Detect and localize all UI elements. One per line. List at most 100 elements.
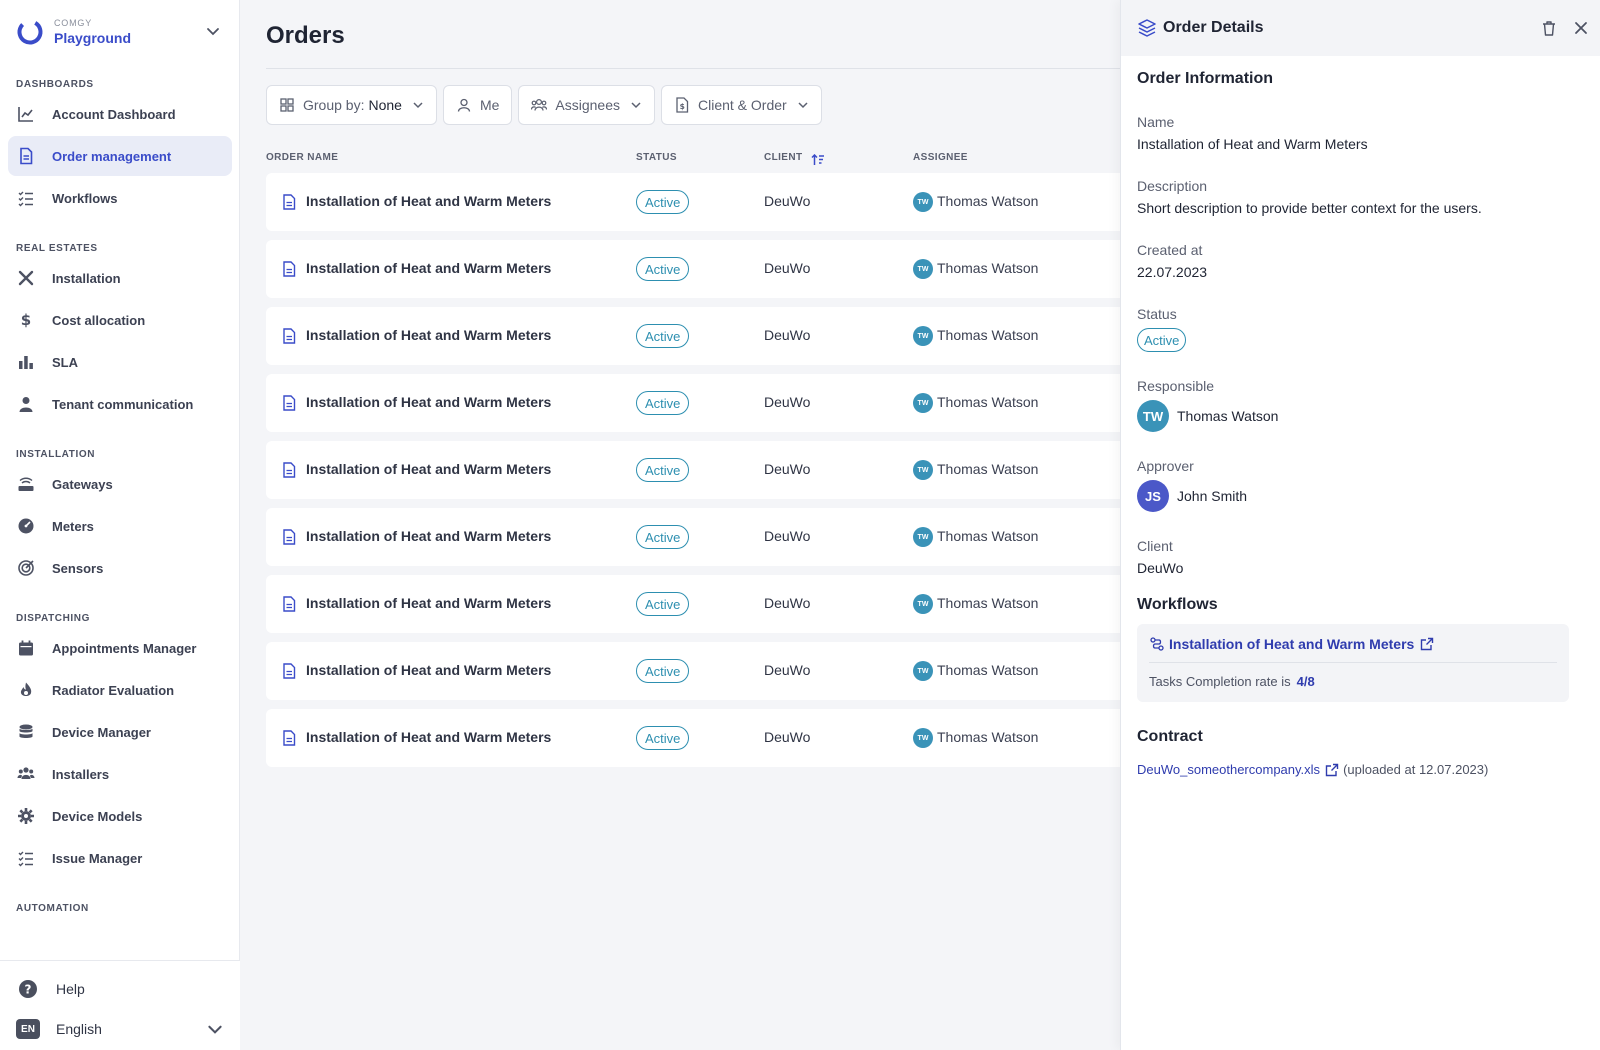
sidebar-item-label: Account Dashboard (52, 106, 176, 122)
group-by-label: Group by: (303, 97, 365, 113)
language-badge-wrap: EN (16, 1017, 40, 1041)
status-badge: Active (636, 458, 690, 482)
order-name[interactable]: Installation of Heat and Warm Meters (306, 528, 551, 544)
table-row[interactable]: Installation of Heat and Warm Meters Acti… (266, 173, 1126, 231)
table-row[interactable]: Installation of Heat and Warm Meters Acti… (266, 575, 1126, 633)
table-row[interactable]: Installation of Heat and Warm Meters Acti… (266, 441, 1126, 499)
field-name: Name Installation of Heat and Warm Meter… (1137, 114, 1577, 152)
workflow-icon (1149, 636, 1165, 652)
svg-text:$: $ (680, 102, 685, 111)
order-name[interactable]: Installation of Heat and Warm Meters (306, 662, 551, 678)
sidebar-item-radiator-evaluation[interactable]: Radiator Evaluation (8, 670, 232, 710)
me-filter-button[interactable]: Me (442, 85, 513, 125)
language-code-badge: EN (16, 1019, 40, 1039)
document-icon (282, 529, 296, 545)
chart-line-icon (17, 105, 35, 123)
client-name: DeuWo (764, 193, 811, 209)
sidebar-item-label: Gateways (52, 476, 113, 492)
trash-icon[interactable] (1539, 18, 1559, 38)
sidebar-item-issue-manager[interactable]: Issue Manager (8, 838, 232, 878)
sidebar-item-workflows[interactable]: Workflows (8, 178, 232, 218)
sidebar-footer: ? Help EN English (0, 960, 240, 1050)
sidebar-item-cost-allocation[interactable]: $ Cost allocation (8, 300, 232, 340)
table-row[interactable]: Installation of Heat and Warm Meters Acti… (266, 240, 1126, 298)
sidebar-item-sla[interactable]: SLA (8, 342, 232, 382)
avatar: TW (913, 393, 933, 413)
table-row[interactable]: Installation of Heat and Warm Meters Acti… (266, 508, 1126, 566)
layers-icon (1137, 18, 1157, 38)
close-icon[interactable] (1571, 18, 1591, 38)
workflow-link[interactable]: Installation of Heat and Warm Meters (1149, 636, 1434, 652)
external-link-icon (1420, 637, 1434, 651)
sensor-icon (17, 559, 35, 577)
chevron-down-icon (630, 99, 642, 111)
order-name[interactable]: Installation of Heat and Warm Meters (306, 327, 551, 343)
column-header-order-name[interactable]: ORDER NAME (266, 152, 338, 163)
sidebar-item-label: Workflows (52, 190, 118, 206)
status-badge: Active (636, 190, 690, 214)
contract-heading: Contract (1137, 728, 1203, 745)
status-badge: Active (636, 257, 690, 281)
table-row[interactable]: Installation of Heat and Warm Meters Acti… (266, 642, 1126, 700)
document-icon (282, 462, 296, 478)
contract-file-link[interactable]: DeuWo_someothercompany.xls (1137, 762, 1320, 777)
completion-value: 4/8 (1296, 674, 1315, 689)
order-name[interactable]: Installation of Heat and Warm Meters (306, 260, 551, 276)
sidebar-item-gateways[interactable]: Gateways (8, 464, 232, 504)
order-name[interactable]: Installation of Heat and Warm Meters (306, 394, 551, 410)
grid-icon (279, 97, 295, 113)
sidebar-item-device-manager[interactable]: Device Manager (8, 712, 232, 752)
sidebar-item-installers[interactable]: Installers (8, 754, 232, 794)
chevron-down-icon (412, 99, 424, 111)
sort-ascending-icon[interactable] (810, 153, 825, 169)
group-by-value: None (368, 97, 402, 113)
assignee-name: Thomas Watson (937, 193, 1039, 209)
order-name[interactable]: Installation of Heat and Warm Meters (306, 729, 551, 745)
status-badge: Active (636, 659, 690, 683)
group-by-dropdown[interactable]: Group by: None (266, 85, 437, 125)
client-name: DeuWo (764, 461, 811, 477)
external-link-icon[interactable] (1325, 763, 1339, 777)
sidebar-item-label: SLA (52, 354, 78, 370)
sidebar-item-account-dashboard[interactable]: Account Dashboard (8, 94, 232, 134)
chevron-down-icon[interactable] (204, 22, 222, 40)
sidebar-item-tenant-communication[interactable]: Tenant communication (8, 384, 232, 424)
column-header-assignee[interactable]: ASSIGNEE (913, 152, 968, 163)
table-row[interactable]: Installation of Heat and Warm Meters Acti… (266, 307, 1126, 365)
workspace-switcher[interactable]: COMGY Playground (16, 14, 226, 50)
page-title: Orders (266, 22, 345, 49)
assignees-dropdown[interactable]: Assignees (518, 85, 655, 125)
help-link[interactable]: ? Help (16, 977, 224, 1001)
table-row[interactable]: Installation of Heat and Warm Meters Acti… (266, 709, 1126, 767)
document-dollar-icon: $ (674, 97, 690, 113)
sidebar-item-device-models[interactable]: Device Models (8, 796, 232, 836)
order-name[interactable]: Installation of Heat and Warm Meters (306, 461, 551, 477)
sidebar-item-sensors[interactable]: Sensors (8, 548, 232, 588)
sidebar-item-order-management[interactable]: Order management (8, 136, 232, 176)
order-name[interactable]: Installation of Heat and Warm Meters (306, 595, 551, 611)
table-row[interactable]: Installation of Heat and Warm Meters Acti… (266, 374, 1126, 432)
status-badge: Active (636, 324, 690, 348)
workspace-name: Playground (54, 29, 132, 46)
sidebar-item-label: Order management (52, 148, 172, 164)
client-name: DeuWo (764, 260, 811, 276)
client-name: DeuWo (764, 528, 811, 544)
sidebar-item-installation[interactable]: Installation (8, 258, 232, 298)
field-label: Created at (1137, 242, 1203, 258)
sidebar-item-appointments-manager[interactable]: Appointments Manager (8, 628, 232, 668)
sidebar-item-label: Cost allocation (52, 312, 146, 328)
responsible-name: Thomas Watson (1177, 408, 1279, 424)
language-selector[interactable]: EN English (16, 1017, 224, 1041)
field-value: 22.07.2023 (1137, 264, 1208, 280)
sidebar-item-meters[interactable]: Meters (8, 506, 232, 546)
client-name: DeuWo (764, 595, 811, 611)
column-header-status[interactable]: STATUS (636, 152, 677, 163)
sidebar-item-label: Installers (52, 766, 110, 782)
client-name: DeuWo (764, 327, 811, 343)
assignee-name: Thomas Watson (937, 662, 1039, 678)
field-value: Installation of Heat and Warm Meters (1137, 136, 1368, 152)
order-name[interactable]: Installation of Heat and Warm Meters (306, 193, 551, 209)
client-order-dropdown[interactable]: $ Client & Order (661, 85, 822, 125)
assignee-name: Thomas Watson (937, 260, 1039, 276)
column-header-client-wrap[interactable]: CLIENT (764, 152, 824, 165)
